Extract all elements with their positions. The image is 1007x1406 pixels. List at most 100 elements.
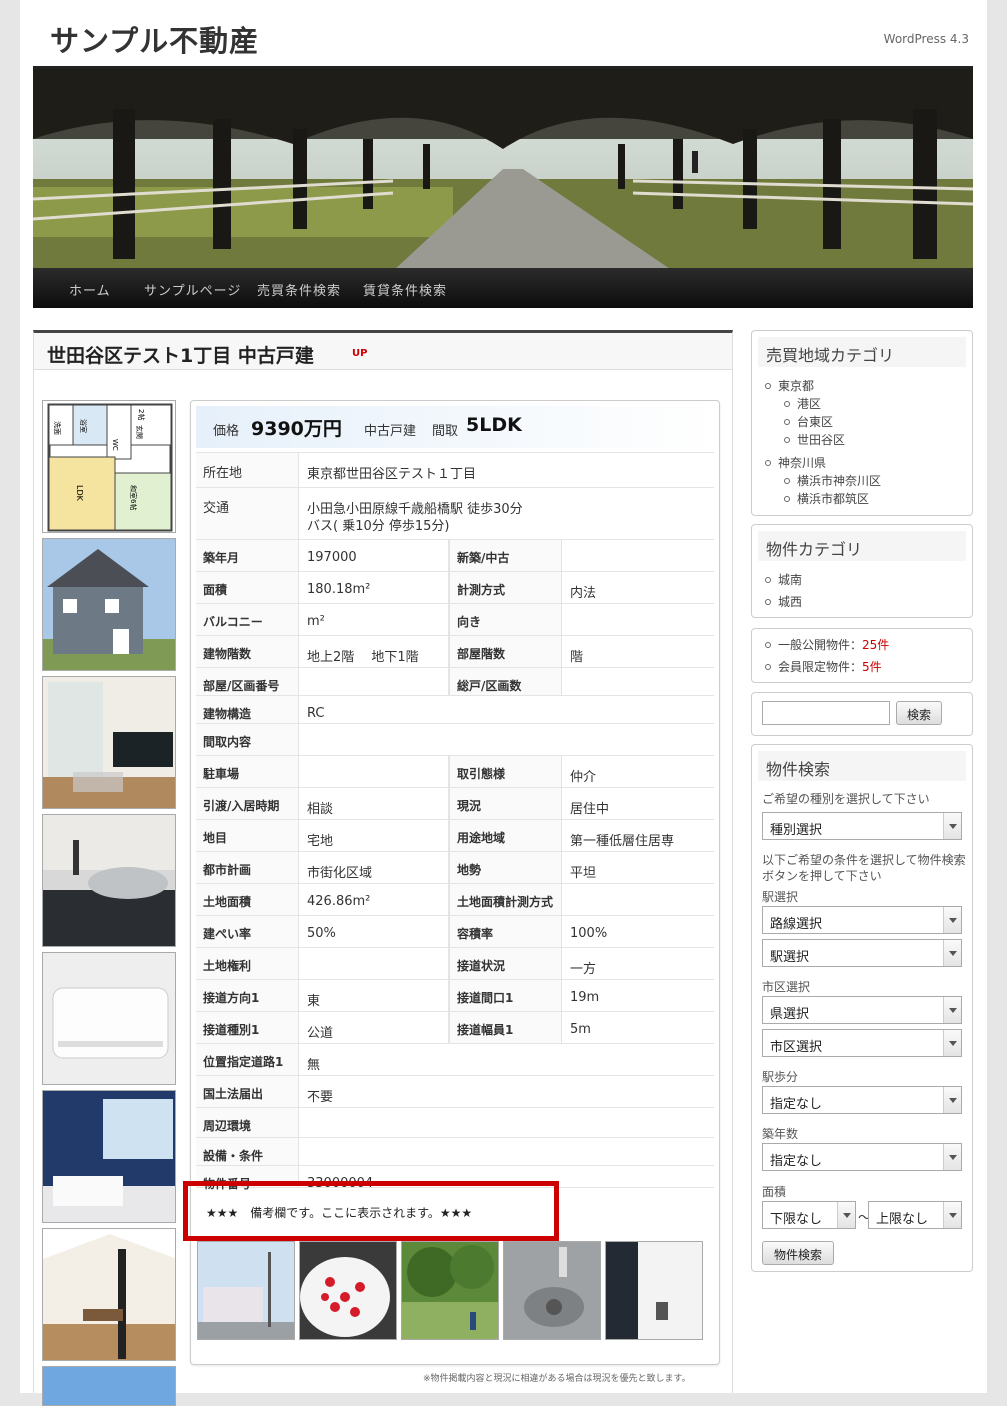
- station-select[interactable]: 駅選択: [762, 939, 962, 967]
- spec-row: 接道種別1 公道 接道幅員1 5m: [196, 1012, 714, 1044]
- spec-value: 一方: [570, 962, 597, 977]
- chevron-down-icon: [943, 907, 961, 933]
- fp-label-ldk: LDK: [75, 485, 84, 502]
- keyword-search-widget: 検索: [751, 692, 973, 736]
- living-room-thumb[interactable]: [42, 676, 176, 809]
- chevron-down-icon: [943, 813, 961, 839]
- spec-row: 接道方向1 東 接道間口1 19m: [196, 980, 714, 1012]
- chevron-down-icon: [943, 1202, 961, 1228]
- area-max-select[interactable]: 上限なし: [868, 1201, 962, 1229]
- spec-value: 不要: [307, 1090, 334, 1105]
- spec-row: 間取内容: [196, 724, 714, 756]
- walk-label: 駅歩分: [762, 1070, 799, 1084]
- gallery-park-photo[interactable]: [401, 1241, 499, 1340]
- chevron-down-icon: [837, 1202, 855, 1228]
- nav-sale-search[interactable]: 売買条件検索: [257, 280, 341, 299]
- gallery-sink-photo[interactable]: [503, 1241, 601, 1340]
- city-select[interactable]: 市区選択: [762, 1029, 962, 1057]
- spec-label: バルコニー: [203, 615, 263, 629]
- spec-row: 周辺環境: [196, 1108, 714, 1138]
- page: サンプル不動産 WordPress 4.3 ホーム サンプルページ 売買条件検索…: [20, 0, 987, 1406]
- up-badge: UP: [352, 348, 368, 359]
- remarks-text: ★★★ 備考欄です。ここに表示されます。★★★: [206, 1206, 473, 1220]
- photo-gallery: [197, 1241, 707, 1341]
- area-link-minato[interactable]: 港区: [784, 395, 821, 412]
- chevron-down-icon: [943, 997, 961, 1023]
- spec-value: 5m: [570, 1022, 591, 1037]
- main-nav: ホーム サンプルページ 売買条件検索 賃貸条件検索: [33, 268, 973, 308]
- spec-label: 地勢: [457, 863, 482, 877]
- header-image: [33, 66, 973, 268]
- property-detail-box: 価格 9390万円 中古戸建 間取 5LDK 所在地 東京都世田谷区テスト１丁目…: [183, 400, 720, 1384]
- area-link-tsuzuki-ku[interactable]: 横浜市都筑区: [784, 490, 869, 507]
- type-select[interactable]: 種別選択: [762, 812, 962, 840]
- area-link-tokyo[interactable]: 東京都: [765, 377, 814, 394]
- spec-value: 市街化区域: [307, 866, 373, 881]
- spec-value: 内法: [570, 586, 597, 601]
- nav-sample-page[interactable]: サンプルページ: [144, 280, 241, 299]
- spec-row: 部屋/区画番号 総戸/区画数: [196, 668, 714, 696]
- air-conditioner-thumb[interactable]: [42, 952, 176, 1085]
- area-label: 面積: [762, 1185, 787, 1199]
- age-select[interactable]: 指定なし: [762, 1143, 962, 1171]
- spec-row: 地目 宅地 用途地域 第一種低層住居専: [196, 820, 714, 852]
- floorplan-thumb[interactable]: 洗面 浴室 WC 玄関 和室6帖 LDK 2帖: [42, 400, 176, 533]
- spec-value: 地上2階 地下1階: [307, 650, 419, 665]
- keyword-search-button[interactable]: 検索: [896, 701, 942, 725]
- nav-home[interactable]: ホーム: [69, 280, 111, 299]
- gallery-door-photo[interactable]: [605, 1241, 703, 1340]
- gallery-flower-photo[interactable]: [299, 1241, 397, 1340]
- spec-label: 土地面積計測方式: [457, 895, 554, 909]
- spec-value: 第一種低層住居専: [570, 834, 675, 849]
- spec-value: 無: [307, 1058, 321, 1073]
- gallery-street-photo[interactable]: [197, 1241, 295, 1340]
- spec-label: 国土法届出: [203, 1087, 264, 1101]
- category-link-jonan[interactable]: 城南: [765, 571, 802, 588]
- spec-label: 接道間口1: [457, 991, 514, 1005]
- spec-row: 国土法届出 不要: [196, 1076, 714, 1108]
- walk-select[interactable]: 指定なし: [762, 1086, 962, 1114]
- spec-value: 仲介: [570, 770, 597, 785]
- spec-label: 用途地域: [457, 831, 506, 845]
- keyword-search-input[interactable]: [762, 701, 890, 725]
- area-link-kanagawa[interactable]: 神奈川県: [765, 454, 826, 471]
- spec-label: 向き: [457, 615, 482, 629]
- spec-value: 426.86m²: [307, 894, 371, 909]
- category-link-josai[interactable]: 城西: [765, 593, 802, 610]
- property-title: 世田谷区テスト1丁目 中古戸建: [47, 345, 314, 367]
- chevron-down-icon: [943, 1030, 961, 1056]
- site-title[interactable]: サンプル不動産: [50, 18, 259, 60]
- spec-label: 引渡/入居時期: [203, 799, 280, 813]
- bathroom-thumb[interactable]: [42, 1090, 176, 1223]
- spec-value: 平坦: [570, 866, 597, 881]
- area-category-widget: 売買地域カテゴリ 東京都 港区 台東区 世田谷区 神奈川県 横浜市神奈川区 横浜…: [751, 330, 973, 516]
- fp-label-bath: 浴室: [79, 419, 88, 433]
- kitchen-thumb[interactable]: [42, 814, 176, 947]
- spec-row: 面積 180.18m² 計測方式 内法: [196, 572, 714, 604]
- property-count-widget: 一般公開物件：25件 会員限定物件：5件: [751, 628, 973, 683]
- partial-thumb[interactable]: [42, 1366, 176, 1406]
- interior-thumb[interactable]: [42, 1228, 176, 1361]
- area-min-select[interactable]: 下限なし: [762, 1201, 856, 1229]
- property-title-bar: 世田谷区テスト1丁目 中古戸建 UP: [33, 330, 733, 370]
- route-select[interactable]: 路線選択: [762, 906, 962, 934]
- spec-label: 土地面積: [203, 895, 252, 909]
- prefecture-select[interactable]: 県選択: [762, 996, 962, 1024]
- area-link-taito[interactable]: 台東区: [784, 413, 833, 430]
- nav-rent-search[interactable]: 賃貸条件検索: [363, 280, 447, 299]
- spec-label: 総戸/区画数: [457, 679, 522, 693]
- madori-label: 間取: [432, 424, 459, 439]
- chevron-down-icon: [943, 1087, 961, 1113]
- spec-row: 駐車場 取引態様 仲介: [196, 756, 714, 788]
- area-link-setagaya[interactable]: 世田谷区: [784, 431, 845, 448]
- spec-label: 接道状況: [457, 959, 506, 973]
- city-label: 市区選択: [762, 980, 811, 994]
- spec-label: 都市計画: [203, 863, 252, 877]
- spec-value: 東: [307, 994, 321, 1009]
- house-exterior-thumb[interactable]: [42, 538, 176, 671]
- property-search-button[interactable]: 物件検索: [762, 1241, 834, 1265]
- spec-label: 土地権利: [203, 959, 252, 973]
- main-content: 世田谷区テスト1丁目 中古戸建 UP 洗面 浴室 WC 玄関 和室6帖 LDK …: [33, 330, 733, 1406]
- price-label: 価格: [213, 424, 240, 439]
- area-link-kanagawa-ku[interactable]: 横浜市神奈川区: [784, 472, 881, 489]
